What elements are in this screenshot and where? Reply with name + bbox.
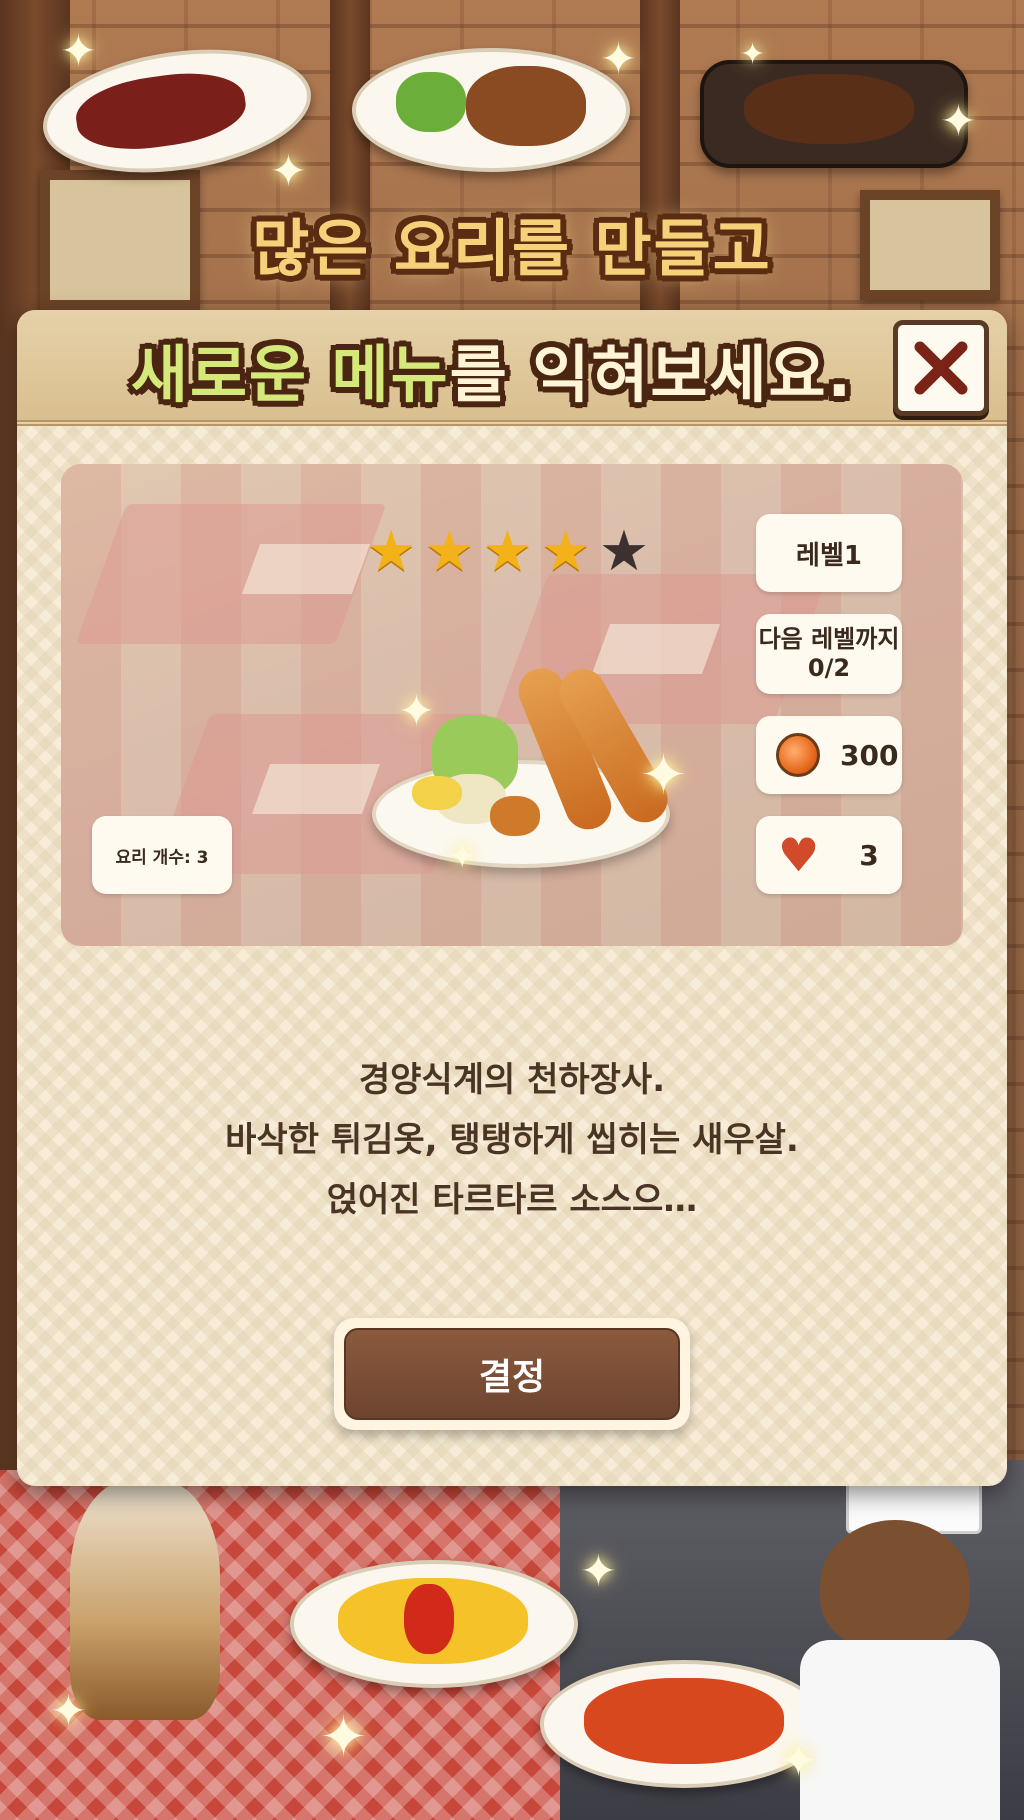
next-level-progress: 다음 레벨까지 0/2 xyxy=(756,614,902,694)
promo-headline-line2: 새로운 메뉴를 익혀보세요. xyxy=(0,324,1004,414)
steak-food xyxy=(71,64,250,158)
lemon-wedge-food xyxy=(412,776,462,810)
dish-description-line: 얹어진 타르타르 소스으… xyxy=(326,1180,698,1220)
dish-description-line: 바삭한 튀김옷, 탱탱하게 씹히는 새우살. xyxy=(225,1120,799,1160)
star-filled-icon: ★ xyxy=(366,519,417,584)
coin-icon xyxy=(776,733,820,777)
level-badge: 레벨1 xyxy=(756,514,902,592)
heart-reward: ♥ 3 xyxy=(756,816,902,894)
star-filled-icon: ★ xyxy=(540,519,591,584)
sparkle-icon: ✦ xyxy=(60,26,97,77)
salad-food xyxy=(396,72,466,132)
sparkle-icon: ✦ xyxy=(320,1705,367,1770)
sparkle-icon: ✦ xyxy=(448,837,477,877)
close-button[interactable] xyxy=(893,320,989,416)
star-filled-icon: ★ xyxy=(424,519,475,584)
hamburg-steak-skillet xyxy=(700,60,968,168)
sparkle-icon: ✦ xyxy=(600,34,637,85)
chef-uniform xyxy=(800,1640,1000,1820)
sparkle-icon: ✦ xyxy=(740,37,766,72)
scotch-egg-food xyxy=(466,66,586,146)
coin-reward: 300 xyxy=(756,716,902,794)
dish-description-line: 경양식계의 천하장사. xyxy=(358,1060,666,1100)
heart-icon: ♥ xyxy=(778,828,820,882)
next-level-value: 0/2 xyxy=(807,654,851,682)
confirm-button[interactable]: 결정 xyxy=(334,1318,690,1430)
confirm-button-label: 결정 xyxy=(344,1328,680,1420)
sparkle-icon: ✦ xyxy=(780,1736,817,1787)
sparkle-icon: ✦ xyxy=(640,743,687,808)
shrimp-chili-food xyxy=(584,1678,784,1764)
sparkle-icon: ✦ xyxy=(940,96,977,147)
sparkle-icon: ✦ xyxy=(50,1686,87,1737)
next-level-label: 다음 레벨까지 xyxy=(758,625,900,654)
promo-highlight: 새로운 메뉴 xyxy=(130,338,450,411)
croquette-food xyxy=(490,796,540,836)
star-filled-icon: ★ xyxy=(482,519,533,584)
close-icon xyxy=(914,341,968,395)
chef-character xyxy=(820,1520,970,1650)
omurice-plate xyxy=(290,1560,578,1688)
star-rating: ★ ★ ★ ★ ★ xyxy=(366,524,649,580)
sparkle-icon: ✦ xyxy=(270,146,307,197)
promo-line2-rest: 를 익혀보세요. xyxy=(449,338,854,411)
ketchup-food xyxy=(404,1584,454,1654)
hamburg-steak-food xyxy=(744,74,914,144)
sparkle-icon: ✦ xyxy=(398,686,435,737)
coin-value: 300 xyxy=(840,738,899,772)
heart-value: 3 xyxy=(859,838,879,872)
star-empty-icon: ★ xyxy=(598,519,650,584)
promo-headline-line1: 많은 요리를 만들고 xyxy=(252,212,772,285)
parfait-glass xyxy=(70,1480,220,1720)
sparkle-icon: ✦ xyxy=(580,1546,617,1597)
dish-count-badge: 요리 개수: 3 xyxy=(92,816,232,894)
scotch-egg-plate xyxy=(352,48,630,172)
